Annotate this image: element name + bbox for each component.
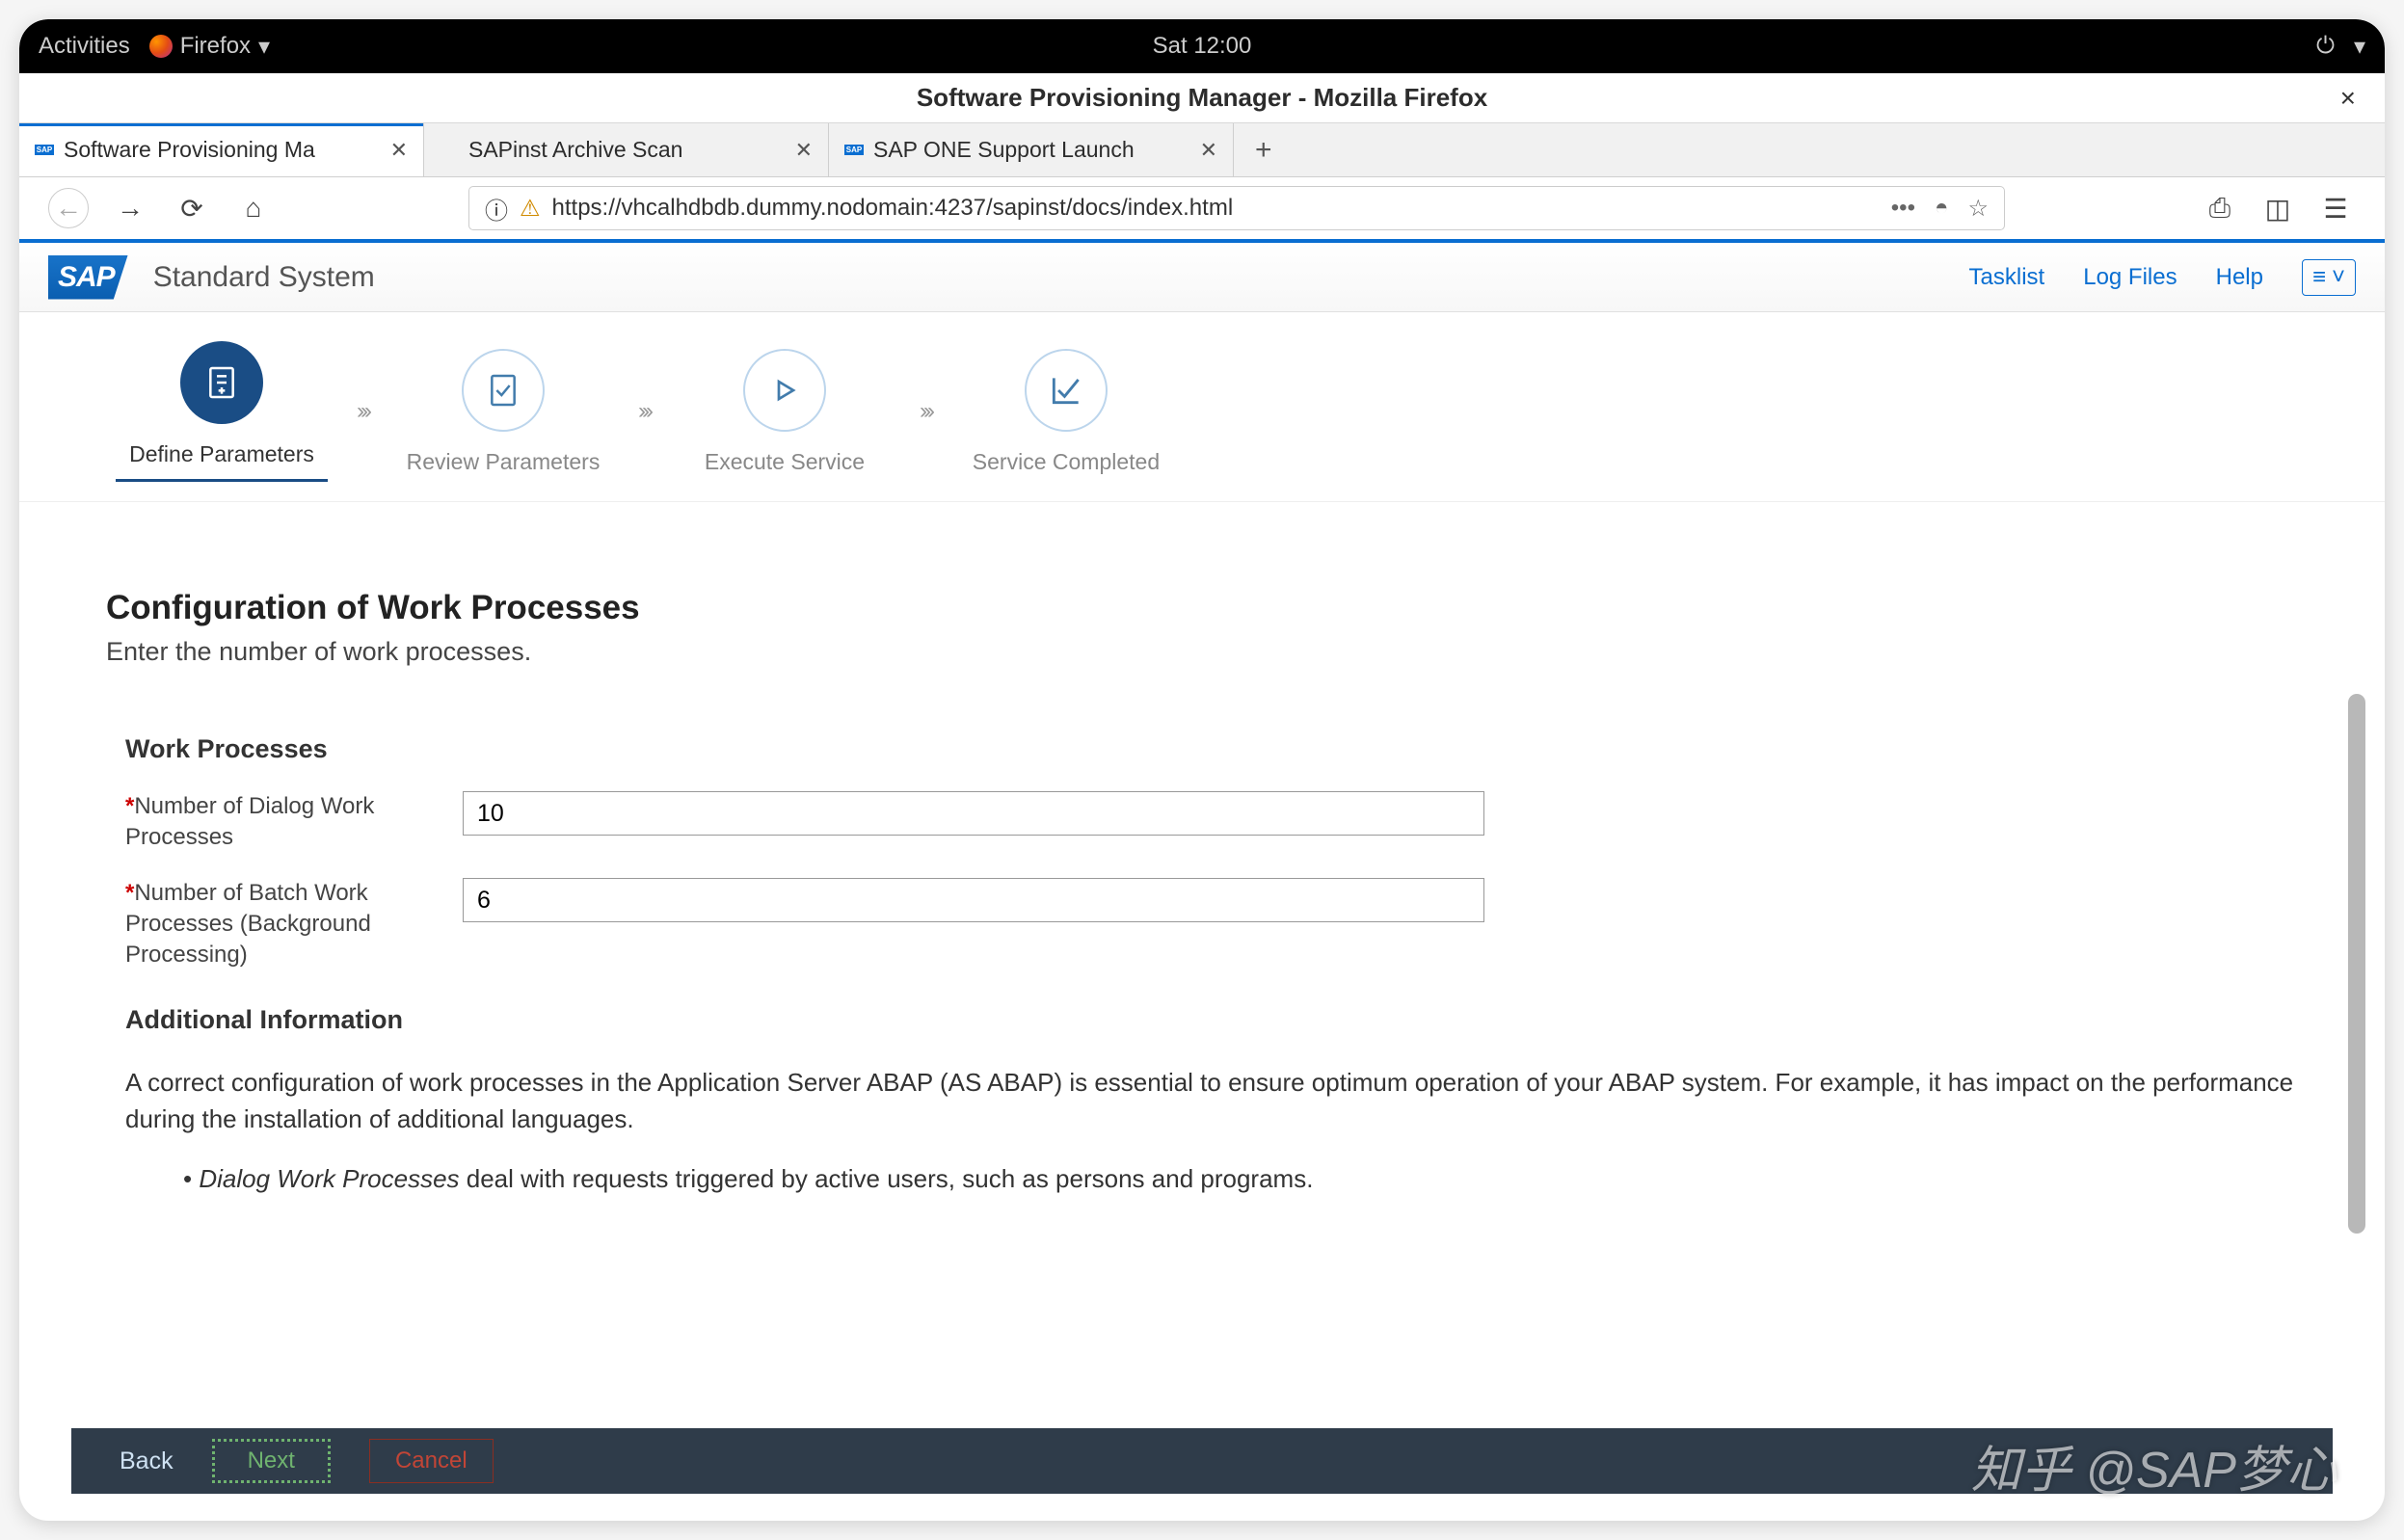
new-tab-button[interactable]: + xyxy=(1234,123,1294,176)
chevron-down-icon: ▾ xyxy=(258,33,270,61)
clock[interactable]: Sat 12:00 xyxy=(1153,33,1252,60)
page-title: Configuration of Work Processes xyxy=(106,589,2298,627)
app-menu[interactable]: Firefox ▾ xyxy=(149,33,270,61)
field-label: *Number of Dialog Work Processes xyxy=(125,791,463,853)
step-define-parameters[interactable]: Define Parameters xyxy=(116,341,328,482)
section-heading: Work Processes xyxy=(125,734,2298,764)
page-subtitle: Enter the number of work processes. xyxy=(106,637,2298,667)
toolbar: ← → ⟳ ⌂ ⓘ ⚠ https://vhcalhdbdb.dummy.nod… xyxy=(19,177,2385,243)
step-separator-icon: ››› xyxy=(357,398,368,425)
blank-favicon xyxy=(440,141,459,160)
window-close-button[interactable]: × xyxy=(2340,83,2356,114)
help-link[interactable]: Help xyxy=(2216,264,2263,291)
step-execute-service[interactable]: Execute Service xyxy=(679,349,891,475)
additional-info-list-item: • Dialog Work Processes deal with reques… xyxy=(183,1164,2298,1194)
batch-wp-input[interactable] xyxy=(463,878,1484,922)
step-label: Define Parameters xyxy=(129,441,314,467)
back-button[interactable]: ← xyxy=(48,188,89,228)
tab-close-icon[interactable]: ✕ xyxy=(390,138,408,163)
main-content: Configuration of Work Processes Enter th… xyxy=(19,502,2385,1292)
window-frame: Activities Firefox ▾ Sat 12:00 ⏻ ▾ Softw… xyxy=(19,19,2385,1521)
field-batch-wp: *Number of Batch Work Processes (Backgro… xyxy=(125,878,2298,970)
hamburger-menu-icon[interactable]: ☰ xyxy=(2315,188,2356,228)
tab-label: SAPinst Archive Scan xyxy=(468,137,786,163)
field-label: *Number of Batch Work Processes (Backgro… xyxy=(125,878,463,970)
browser-tab-2[interactable]: SAP ONE Support Launch ✕ xyxy=(829,123,1234,176)
forward-button[interactable]: → xyxy=(110,188,150,228)
window-title: Software Provisioning Manager - Mozilla … xyxy=(917,83,1487,113)
sidebar-icon[interactable]: ◫ xyxy=(2257,188,2298,228)
scrollbar-thumb[interactable] xyxy=(2348,694,2365,1234)
app-name: Firefox xyxy=(180,33,251,60)
more-icon[interactable]: ••• xyxy=(1891,195,1915,222)
pocket-icon[interactable]: ◓ xyxy=(1935,195,1949,222)
tasklist-link[interactable]: Tasklist xyxy=(1969,264,2045,291)
sap-favicon xyxy=(35,141,54,160)
logfiles-link[interactable]: Log Files xyxy=(2083,264,2177,291)
check-box-icon xyxy=(1025,349,1108,432)
bookmark-star-icon[interactable]: ☆ xyxy=(1967,195,1989,223)
step-label: Service Completed xyxy=(973,449,1160,475)
additional-info-heading: Additional Information xyxy=(125,1005,2298,1035)
home-button[interactable]: ⌂ xyxy=(233,188,274,228)
step-label: Execute Service xyxy=(705,449,865,475)
back-button[interactable]: Back xyxy=(120,1447,174,1475)
tab-close-icon[interactable]: ✕ xyxy=(1200,138,1217,163)
system-name: Standard System xyxy=(153,261,375,294)
wizard-progress: Define Parameters ››› Review Parameters … xyxy=(19,312,2385,502)
firefox-icon xyxy=(149,35,173,58)
cancel-button[interactable]: Cancel xyxy=(369,1439,494,1483)
field-dialog-wp: *Number of Dialog Work Processes xyxy=(125,791,2298,853)
step-review-parameters[interactable]: Review Parameters xyxy=(397,349,609,475)
additional-info-text: A correct configuration of work processe… xyxy=(125,1064,2298,1137)
checklist-icon xyxy=(462,349,545,432)
window-titlebar: Software Provisioning Manager - Mozilla … xyxy=(19,73,2385,123)
power-icon[interactable]: ⏻ xyxy=(2316,33,2335,60)
step-label: Review Parameters xyxy=(407,449,601,475)
chevron-down-icon: ˅ xyxy=(2332,264,2345,291)
sap-favicon xyxy=(844,141,864,160)
menu-icon: ≡ xyxy=(2312,264,2326,291)
document-plus-icon xyxy=(180,341,263,424)
gnome-top-bar: Activities Firefox ▾ Sat 12:00 ⏻ ▾ xyxy=(19,19,2385,73)
dialog-wp-input[interactable] xyxy=(463,791,1484,836)
lock-warning-icon[interactable]: ⚠ xyxy=(520,195,541,223)
browser-tab-0[interactable]: Software Provisioning Ma ✕ xyxy=(19,123,424,176)
watermark: 知乎 @SAP梦心 xyxy=(1960,1429,2337,1501)
sap-logo: SAP xyxy=(48,255,128,300)
step-service-completed[interactable]: Service Completed xyxy=(960,349,1172,475)
info-icon[interactable]: ⓘ xyxy=(485,192,508,226)
step-separator-icon: ››› xyxy=(638,398,650,425)
next-button[interactable]: Next xyxy=(212,1439,331,1483)
activities-button[interactable]: Activities xyxy=(39,33,130,60)
sap-shell-header: SAP Standard System Tasklist Log Files H… xyxy=(19,243,2385,312)
browser-tab-1[interactable]: SAPinst Archive Scan ✕ xyxy=(424,123,829,176)
tab-label: Software Provisioning Ma xyxy=(64,137,381,163)
header-menu-button[interactable]: ≡ ˅ xyxy=(2302,259,2356,296)
chevron-down-icon[interactable]: ▾ xyxy=(2354,33,2365,61)
step-separator-icon: ››› xyxy=(920,398,931,425)
url-bar[interactable]: ⓘ ⚠ https://vhcalhdbdb.dummy.nodomain:42… xyxy=(468,186,2005,230)
play-icon xyxy=(743,349,826,432)
reload-button[interactable]: ⟳ xyxy=(172,188,212,228)
tab-close-icon[interactable]: ✕ xyxy=(795,138,813,163)
library-icon[interactable]: ⎙ xyxy=(2200,188,2240,228)
url-text: https://vhcalhdbdb.dummy.nodomain:4237/s… xyxy=(552,195,1234,222)
tab-strip: Software Provisioning Ma ✕ SAPinst Archi… xyxy=(19,123,2385,177)
tab-label: SAP ONE Support Launch xyxy=(873,137,1190,163)
